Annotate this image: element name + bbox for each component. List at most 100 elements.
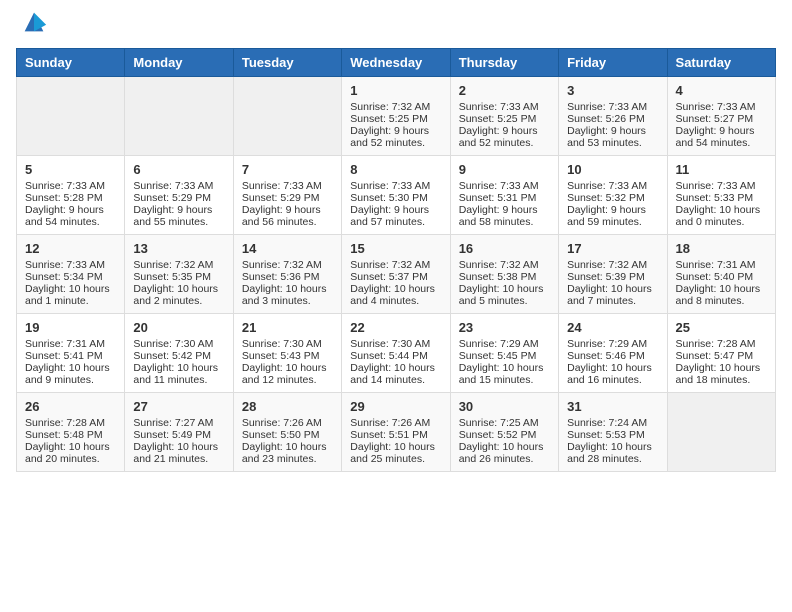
daylight-text: Daylight: 10 hours and 14 minutes. xyxy=(350,362,441,386)
calendar-cell: 9Sunrise: 7:33 AMSunset: 5:31 PMDaylight… xyxy=(450,156,558,235)
calendar-cell: 10Sunrise: 7:33 AMSunset: 5:32 PMDayligh… xyxy=(559,156,667,235)
sunset-text: Sunset: 5:47 PM xyxy=(676,350,767,362)
day-number: 23 xyxy=(459,320,550,335)
day-number: 19 xyxy=(25,320,116,335)
daylight-text: Daylight: 10 hours and 15 minutes. xyxy=(459,362,550,386)
sunrise-text: Sunrise: 7:33 AM xyxy=(242,180,333,192)
calendar-cell: 4Sunrise: 7:33 AMSunset: 5:27 PMDaylight… xyxy=(667,77,775,156)
weekday-header: Friday xyxy=(559,49,667,77)
daylight-text: Daylight: 9 hours and 56 minutes. xyxy=(242,204,333,228)
day-number: 11 xyxy=(676,162,767,177)
sunset-text: Sunset: 5:29 PM xyxy=(242,192,333,204)
day-number: 24 xyxy=(567,320,658,335)
day-number: 2 xyxy=(459,83,550,98)
day-number: 17 xyxy=(567,241,658,256)
sunrise-text: Sunrise: 7:31 AM xyxy=(676,259,767,271)
weekday-header: Thursday xyxy=(450,49,558,77)
daylight-text: Daylight: 9 hours and 54 minutes. xyxy=(25,204,116,228)
calendar-cell: 13Sunrise: 7:32 AMSunset: 5:35 PMDayligh… xyxy=(125,235,233,314)
daylight-text: Daylight: 9 hours and 52 minutes. xyxy=(350,125,441,149)
sunset-text: Sunset: 5:35 PM xyxy=(133,271,224,283)
sunset-text: Sunset: 5:25 PM xyxy=(459,113,550,125)
sunset-text: Sunset: 5:40 PM xyxy=(676,271,767,283)
daylight-text: Daylight: 10 hours and 28 minutes. xyxy=(567,441,658,465)
sunset-text: Sunset: 5:39 PM xyxy=(567,271,658,283)
logo-icon xyxy=(20,8,48,36)
calendar-cell: 18Sunrise: 7:31 AMSunset: 5:40 PMDayligh… xyxy=(667,235,775,314)
sunset-text: Sunset: 5:49 PM xyxy=(133,429,224,441)
calendar-cell: 30Sunrise: 7:25 AMSunset: 5:52 PMDayligh… xyxy=(450,393,558,472)
calendar-cell: 20Sunrise: 7:30 AMSunset: 5:42 PMDayligh… xyxy=(125,314,233,393)
day-number: 30 xyxy=(459,399,550,414)
daylight-text: Daylight: 10 hours and 5 minutes. xyxy=(459,283,550,307)
day-number: 21 xyxy=(242,320,333,335)
sunset-text: Sunset: 5:32 PM xyxy=(567,192,658,204)
calendar-cell: 7 Sunrise: 7:33 AMSunset: 5:29 PMDaylight… xyxy=(233,156,341,235)
calendar-cell: 14Sunrise: 7:32 AMSunset: 5:36 PMDayligh… xyxy=(233,235,341,314)
sunrise-text: Sunrise: 7:33 AM xyxy=(567,101,658,113)
day-number: 14 xyxy=(242,241,333,256)
calendar-cell: 16 Sunrise: 7:32 AMSunset: 5:38 PMDayligh… xyxy=(450,235,558,314)
sunrise-text: Sunrise: 7:32 AM xyxy=(567,259,658,271)
day-number: 13 xyxy=(133,241,224,256)
daylight-text: Daylight: 10 hours and 21 minutes. xyxy=(133,441,224,465)
calendar-cell xyxy=(667,393,775,472)
sunrise-text: Sunrise: 7:27 AM xyxy=(133,417,224,429)
sunset-text: Sunset: 5:43 PM xyxy=(242,350,333,362)
weekday-header: Monday xyxy=(125,49,233,77)
day-number: 22 xyxy=(350,320,441,335)
sunset-text: Sunset: 5:27 PM xyxy=(676,113,767,125)
calendar-cell: 23Sunrise: 7:29 AMSunset: 5:45 PMDayligh… xyxy=(450,314,558,393)
sunset-text: Sunset: 5:48 PM xyxy=(25,429,116,441)
daylight-text: Daylight: 10 hours and 26 minutes. xyxy=(459,441,550,465)
weekday-header: Saturday xyxy=(667,49,775,77)
calendar-cell: 26Sunrise: 7:28 AMSunset: 5:48 PMDayligh… xyxy=(17,393,125,472)
weekday-header: Wednesday xyxy=(342,49,450,77)
sunset-text: Sunset: 5:30 PM xyxy=(350,192,441,204)
sunrise-text: Sunrise: 7:33 AM xyxy=(676,180,767,192)
sunset-text: Sunset: 5:25 PM xyxy=(350,113,441,125)
calendar-cell: 31Sunrise: 7:24 AMSunset: 5:53 PMDayligh… xyxy=(559,393,667,472)
calendar-cell: 21Sunrise: 7:30 AMSunset: 5:43 PMDayligh… xyxy=(233,314,341,393)
daylight-text: Daylight: 10 hours and 12 minutes. xyxy=(242,362,333,386)
daylight-text: Daylight: 9 hours and 59 minutes. xyxy=(567,204,658,228)
sunrise-text: Sunrise: 7:32 AM xyxy=(459,259,550,271)
calendar-cell: 12 Sunrise: 7:33 AMSunset: 5:34 PMDayligh… xyxy=(17,235,125,314)
sunset-text: Sunset: 5:28 PM xyxy=(25,192,116,204)
calendar-cell: 19Sunrise: 7:31 AMSunset: 5:41 PMDayligh… xyxy=(17,314,125,393)
daylight-text: Daylight: 9 hours and 55 minutes. xyxy=(133,204,224,228)
day-number: 4 xyxy=(676,83,767,98)
day-number: 26 xyxy=(25,399,116,414)
sunrise-text: Sunrise: 7:26 AM xyxy=(350,417,441,429)
weekday-header: Tuesday xyxy=(233,49,341,77)
daylight-text: Daylight: 10 hours and 18 minutes. xyxy=(676,362,767,386)
sunset-text: Sunset: 5:34 PM xyxy=(25,271,116,283)
day-number: 7 xyxy=(242,162,333,177)
daylight-text: Daylight: 9 hours and 54 minutes. xyxy=(676,125,767,149)
day-number: 15 xyxy=(350,241,441,256)
sunset-text: Sunset: 5:44 PM xyxy=(350,350,441,362)
sunrise-text: Sunrise: 7:32 AM xyxy=(350,259,441,271)
sunrise-text: Sunrise: 7:28 AM xyxy=(25,417,116,429)
calendar-cell: 3Sunrise: 7:33 AMSunset: 5:26 PMDaylight… xyxy=(559,77,667,156)
daylight-text: Daylight: 10 hours and 4 minutes. xyxy=(350,283,441,307)
sunset-text: Sunset: 5:38 PM xyxy=(459,271,550,283)
sunset-text: Sunset: 5:36 PM xyxy=(242,271,333,283)
sunrise-text: Sunrise: 7:33 AM xyxy=(459,180,550,192)
daylight-text: Daylight: 9 hours and 52 minutes. xyxy=(459,125,550,149)
sunrise-text: Sunrise: 7:32 AM xyxy=(133,259,224,271)
calendar-week-row: 12Sunrise: 7:33 AMSunset: 5:34 PMDayligh… xyxy=(17,235,776,314)
day-number: 16 xyxy=(459,241,550,256)
day-number: 12 xyxy=(25,241,116,256)
sunrise-text: Sunrise: 7:24 AM xyxy=(567,417,658,429)
daylight-text: Daylight: 10 hours and 25 minutes. xyxy=(350,441,441,465)
calendar-cell: 24Sunrise: 7:29 AMSunset: 5:46 PMDayligh… xyxy=(559,314,667,393)
calendar-cell: 15Sunrise: 7:32 AMSunset: 5:37 PMDayligh… xyxy=(342,235,450,314)
sunrise-text: Sunrise: 7:30 AM xyxy=(133,338,224,350)
sunrise-text: Sunrise: 7:33 AM xyxy=(25,259,116,271)
day-number: 20 xyxy=(133,320,224,335)
day-number: 28 xyxy=(242,399,333,414)
calendar-cell: 27Sunrise: 7:27 AMSunset: 5:49 PMDayligh… xyxy=(125,393,233,472)
daylight-text: Daylight: 10 hours and 1 minute. xyxy=(25,283,116,307)
calendar-week-row: 19Sunrise: 7:31 AMSunset: 5:41 PMDayligh… xyxy=(17,314,776,393)
